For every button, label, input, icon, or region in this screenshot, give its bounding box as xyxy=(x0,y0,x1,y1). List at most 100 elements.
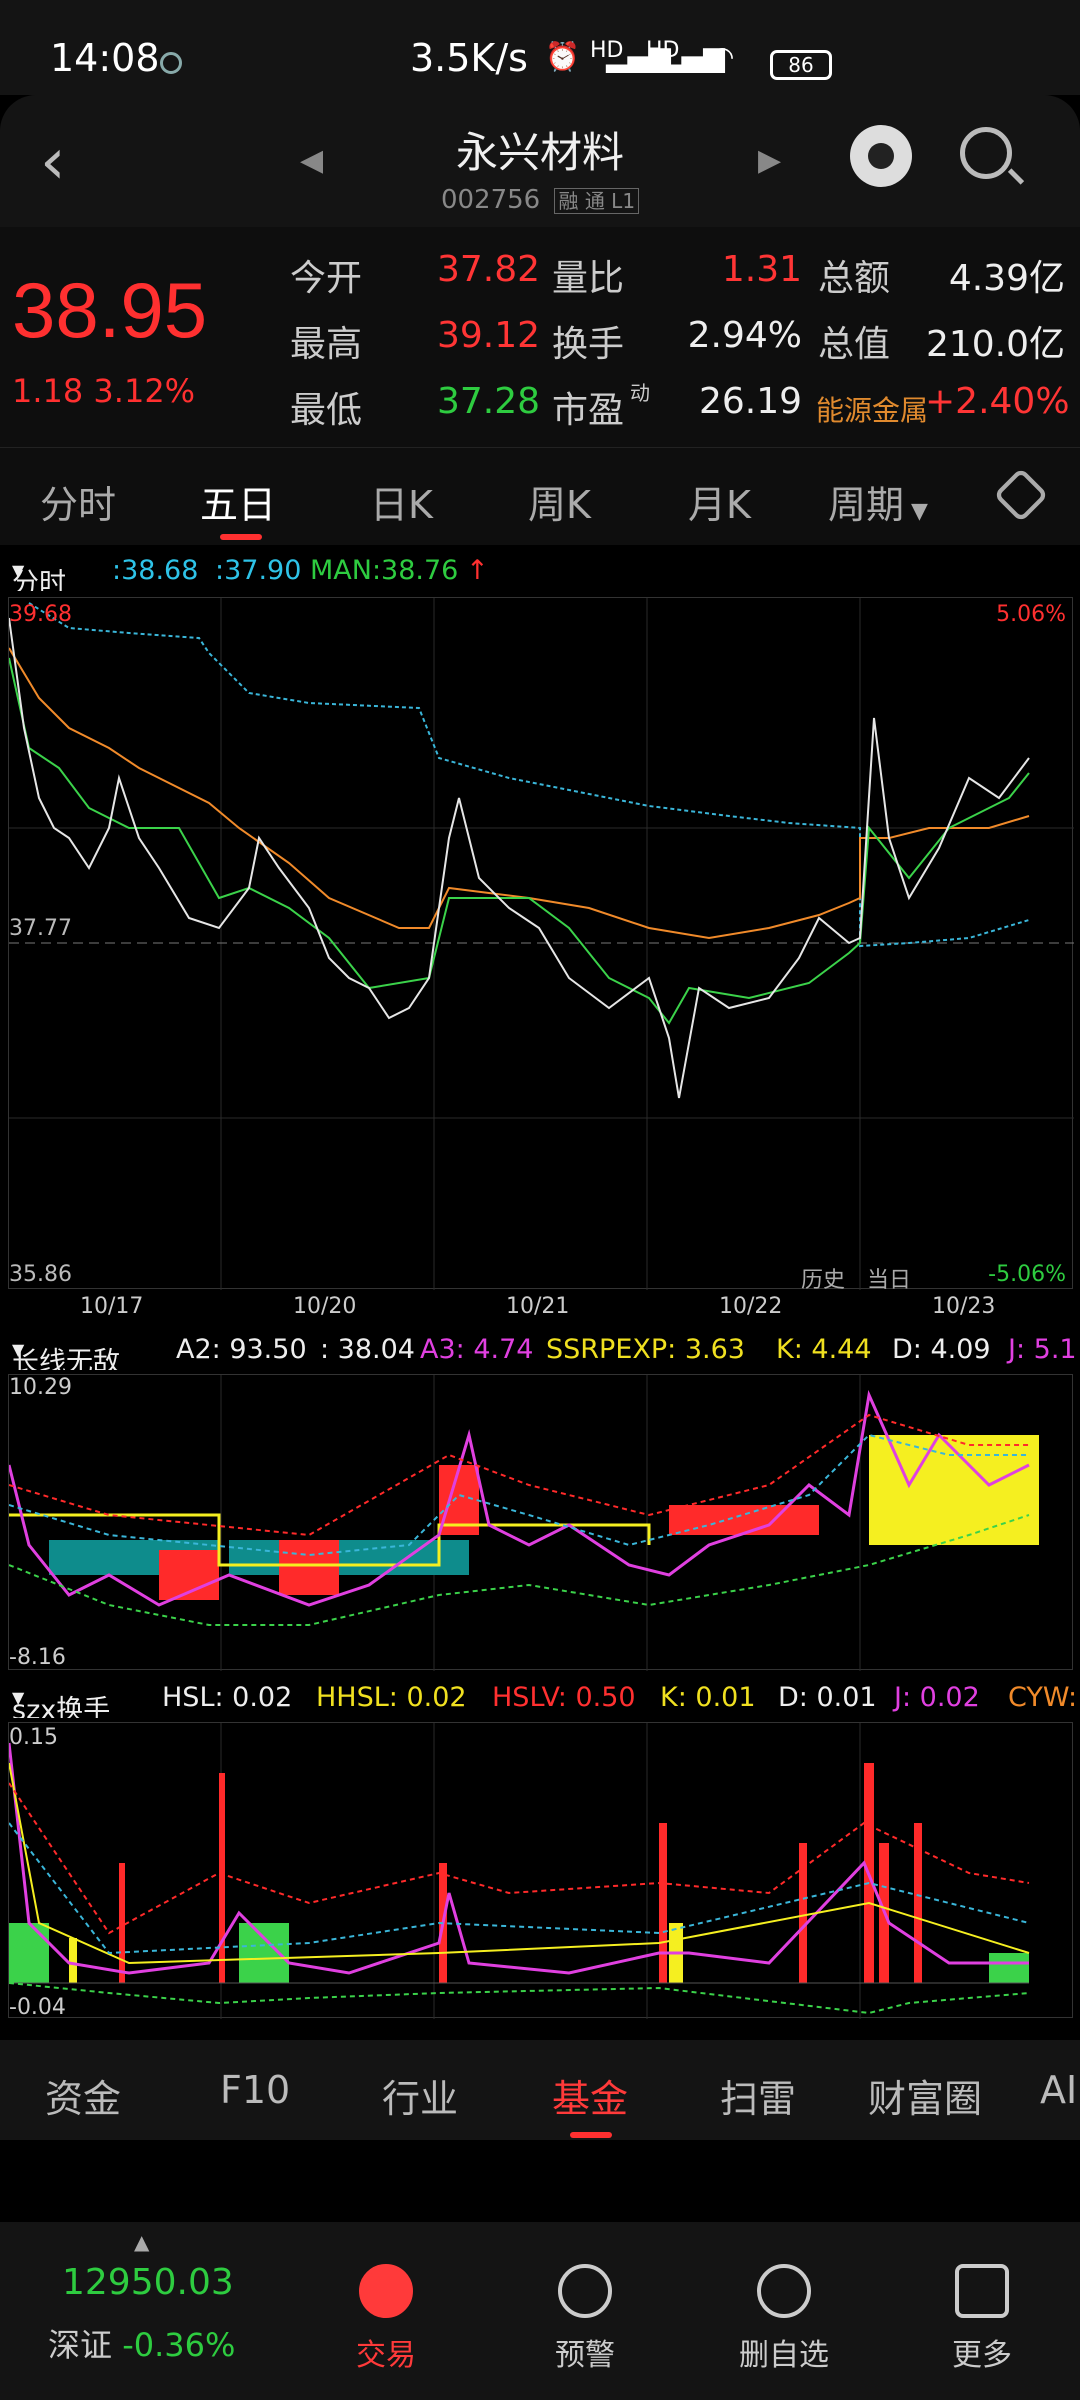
menu-ai[interactable]: AI xyxy=(1040,2068,1077,2112)
axis-top-left: 39.68 xyxy=(9,602,72,627)
minus-circle-icon xyxy=(757,2264,811,2318)
value-market-cap: 210.0亿 xyxy=(925,324,1065,365)
value-volume-ratio: 1.31 xyxy=(721,249,802,290)
value-turnover-amount: 4.39亿 xyxy=(948,258,1065,299)
ind3-d: D: 0.01 xyxy=(778,1682,877,1713)
bottom-navbar: ▲ 12950.03 深证 -0.36% 交易 预警 删自选 更多 xyxy=(0,2222,1080,2400)
sector-change[interactable]: +2.40% xyxy=(925,381,1070,422)
ind3-hslv: HSLV: 0.50 xyxy=(492,1682,636,1713)
menu-risk-scan[interactable]: 扫雷 xyxy=(720,2068,796,2123)
ind3-axis-top: 0.15 xyxy=(9,1725,58,1750)
index-change: -0.36% xyxy=(122,2326,236,2364)
ind2-a3: A3: 4.74 xyxy=(420,1334,534,1365)
nav-more-label: 更多 xyxy=(952,2338,1012,2373)
value-pe: 26.19 xyxy=(698,381,802,422)
sector-name[interactable]: 能源金属 xyxy=(816,389,928,429)
intraday-chart-svg xyxy=(8,598,1074,1290)
ind2-a2: A2: 93.50 xyxy=(176,1334,307,1365)
status-time: 14:08 xyxy=(50,36,160,80)
indicator3-chart-svg xyxy=(7,1723,1030,2019)
indicator2-bar: 长线无敌 ▼ A2: 93.50 : 38.04 A3: 4.74 SSRPEX… xyxy=(0,1328,1080,1370)
ind3-axis-bottom: -0.04 xyxy=(9,1995,66,2020)
stock-badges: 融 通 L1 xyxy=(554,188,640,214)
nav-trade-label: 交易 xyxy=(356,2338,416,2373)
axis-bottom-right: -5.06% xyxy=(988,1262,1066,1287)
settings-icon[interactable] xyxy=(993,467,1049,523)
date-label-4: 10/23 xyxy=(932,1294,996,1319)
wifi-icon: ◠ xyxy=(710,40,735,73)
menu-f10[interactable]: F10 xyxy=(220,2068,290,2112)
tab-weekly-k[interactable]: 周K xyxy=(528,474,591,529)
stock-header: ‹ ◀ 永兴材料 ▶ 002756 融 通 L1 xyxy=(0,95,1080,227)
ind2-ssrpexp: SSRPEXP: 3.63 xyxy=(546,1334,745,1365)
menu-industry[interactable]: 行业 xyxy=(382,2068,458,2123)
main-value-2: :37.90 xyxy=(215,555,302,586)
alarm-icon: ⏰ xyxy=(545,40,580,73)
nav-alert-label: 预警 xyxy=(555,2338,615,2373)
label-turnover-rate: 换手 xyxy=(552,324,625,365)
network-speed: 3.5K/s xyxy=(410,36,528,80)
nav-remove-watchlist[interactable]: 删自选 xyxy=(714,2222,854,2374)
ind3-k: K: 0.01 xyxy=(660,1682,756,1713)
ind2-value: : 38.04 xyxy=(320,1334,415,1365)
nav-more[interactable]: 更多 xyxy=(912,2222,1052,2374)
date-label-3: 10/22 xyxy=(719,1294,783,1319)
stock-code: 002756 xyxy=(440,185,541,215)
nav-remove-label: 删自选 xyxy=(739,2338,829,2373)
axis-mid-left: 37.77 xyxy=(9,916,72,941)
chevron-down-icon: ▼ xyxy=(12,561,25,580)
ind2-axis-bottom: -8.16 xyxy=(9,1645,66,1670)
next-stock-icon[interactable]: ▶ xyxy=(758,143,781,178)
mascot-icon[interactable] xyxy=(850,125,912,187)
current-price: 38.95 xyxy=(12,266,208,354)
tab-daily-k[interactable]: 日K xyxy=(370,474,433,529)
axis-top-right: 5.06% xyxy=(996,602,1066,627)
ind2-d: D: 4.09 xyxy=(892,1334,991,1365)
period-tabs: 分时 五日 日K 周K 月K 周期 ▼ xyxy=(0,447,1080,545)
index-line[interactable]: 深证 -0.36% xyxy=(48,2320,235,2366)
indicator2-chart[interactable]: 10.29 -8.16 xyxy=(7,1374,1073,1671)
bottom-menu: 资金 F10 行业 基金 扫雷 财富圈 AI xyxy=(0,2040,1080,2140)
sync-icon xyxy=(160,52,182,74)
tab-five-day[interactable]: 五日 xyxy=(200,474,276,529)
stock-name: 永兴材料 xyxy=(455,128,624,177)
main-indicator-bar: 分时 ▼ :38.68 :37.90 MAN:38.76 ↑ xyxy=(0,549,1080,591)
nav-alert[interactable]: 预警 xyxy=(515,2222,655,2374)
price-change: 1.18 3.12% xyxy=(12,372,196,410)
menu-wealth-circle[interactable]: 财富圈 xyxy=(868,2068,982,2123)
axis-bottom-left: 35.86 xyxy=(9,1262,72,1287)
chevron-down-icon: ▼ xyxy=(904,499,928,524)
date-axis: 10/17 10/20 10/21 10/22 10/23 xyxy=(0,1290,1080,1324)
pe-dynamic-mark: 动 xyxy=(630,381,650,405)
ind2-k: K: 4.44 xyxy=(776,1334,872,1365)
indicator3-chart[interactable]: 0.15 -0.04 xyxy=(7,1722,1073,2020)
main-value-1: :38.68 xyxy=(112,555,199,586)
indicator3-selector-label: szx换手 xyxy=(12,1695,111,1718)
expand-up-icon[interactable]: ▲ xyxy=(134,2230,149,2254)
battery-icon: 86 xyxy=(770,50,832,80)
index-value[interactable]: 12950.03 xyxy=(62,2262,234,2303)
intraday-chart[interactable]: 39.68 37.77 35.86 5.06% -5.06% 历史 当日 xyxy=(8,597,1074,1293)
tab-intraday[interactable]: 分时 xyxy=(40,474,116,529)
search-icon[interactable] xyxy=(960,127,1012,179)
main-man: MAN:38.76 xyxy=(310,555,459,586)
tab-period[interactable]: 周期 ▼ xyxy=(828,474,928,529)
nav-trade[interactable]: 交易 xyxy=(316,2222,456,2374)
ind3-hsl: HSL: 0.02 xyxy=(162,1682,293,1713)
grid-icon xyxy=(955,2264,1009,2318)
bell-icon xyxy=(558,2264,612,2318)
ind2-axis-top: 10.29 xyxy=(9,1375,72,1400)
date-label-0: 10/17 xyxy=(80,1294,144,1319)
indicator2-chart-svg xyxy=(7,1375,1039,1671)
label-high: 最高 xyxy=(290,324,363,365)
quote-panel: 38.95 1.18 3.12% 今开 37.82 量比 1.31 总额 4.3… xyxy=(0,227,1080,447)
indicator2-selector-label: 长线无敌 xyxy=(12,1347,120,1370)
value-open: 37.82 xyxy=(436,249,540,290)
chevron-down-icon: ▼ xyxy=(12,1688,25,1707)
ind3-hhsl: HHSL: 0.02 xyxy=(316,1682,467,1713)
menu-funds-flow[interactable]: 资金 xyxy=(45,2068,121,2123)
menu-active-indicator xyxy=(570,2132,612,2138)
tab-monthly-k[interactable]: 月K xyxy=(688,474,751,529)
stock-code-line: 002756 融 通 L1 xyxy=(0,185,1080,215)
menu-fund[interactable]: 基金 xyxy=(552,2068,628,2123)
